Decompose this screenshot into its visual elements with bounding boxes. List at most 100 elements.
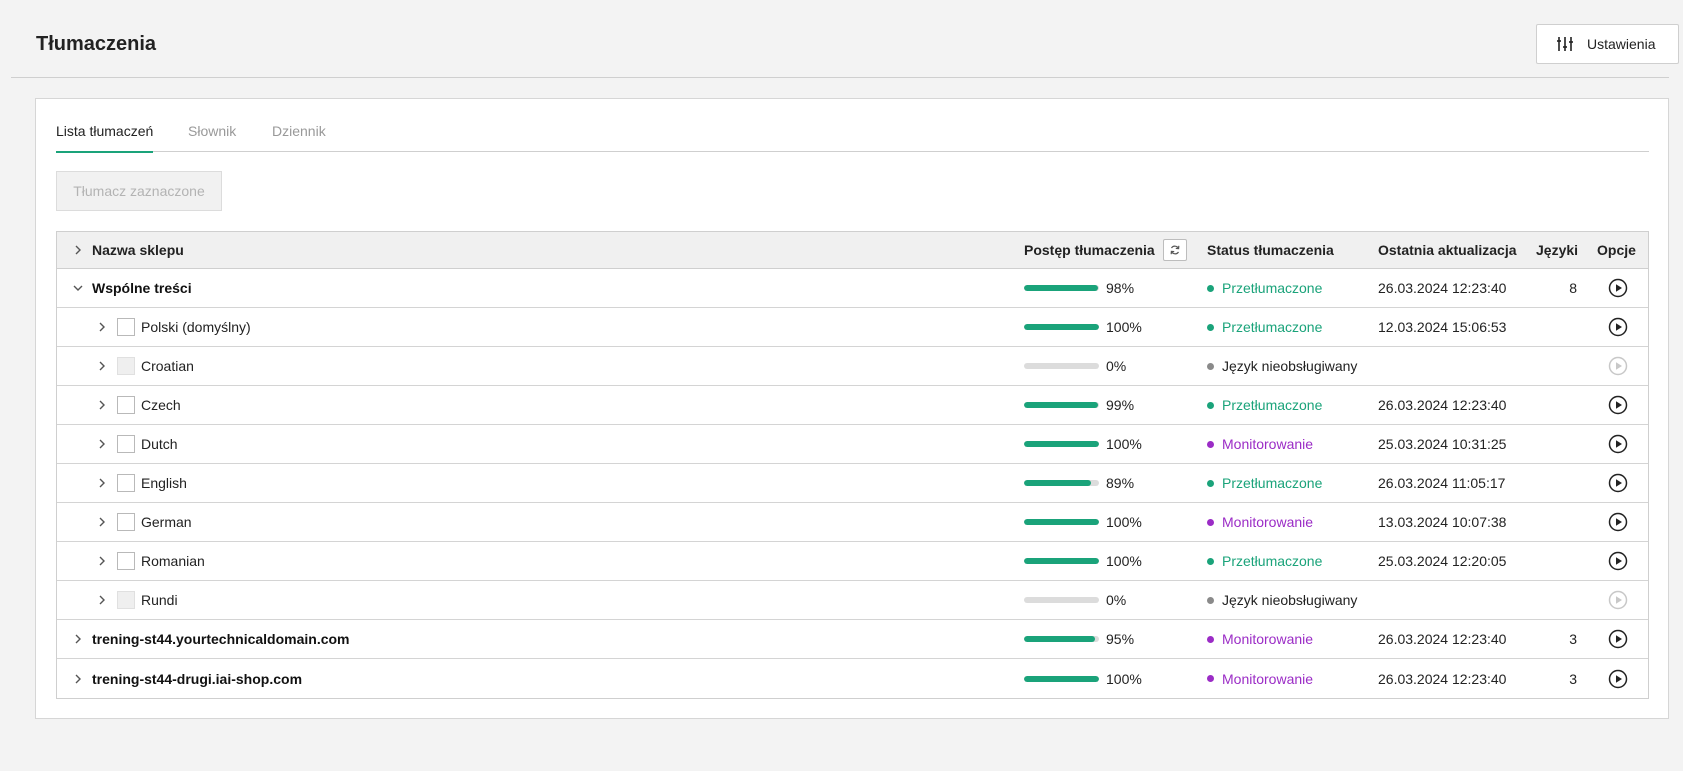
refresh-progress-button[interactable] bbox=[1162, 239, 1187, 261]
table-row[interactable]: English 89% Przetłumaczone 26.03.2024 11:05… bbox=[57, 464, 1648, 503]
row-checkbox[interactable] bbox=[117, 513, 135, 531]
row-status: Monitorowanie bbox=[1207, 620, 1313, 658]
row-expand-toggle[interactable] bbox=[96, 581, 108, 619]
table-row[interactable]: trening-st44.yourtechnicaldomain.com 95% M… bbox=[57, 620, 1648, 659]
row-options-button[interactable] bbox=[1608, 425, 1628, 463]
row-expand-toggle[interactable] bbox=[72, 269, 84, 307]
chevron-right-icon bbox=[99, 400, 105, 410]
row-checkbox-cell bbox=[117, 542, 135, 580]
row-name: Czech bbox=[141, 397, 181, 413]
progress-bar-fill bbox=[1024, 675, 1099, 682]
row-checkbox[interactable] bbox=[117, 474, 135, 492]
row-checkbox[interactable] bbox=[117, 552, 135, 570]
row-expand-toggle[interactable] bbox=[96, 503, 108, 541]
table-row[interactable]: Croatian 0% Język nieobsługiwany bbox=[57, 347, 1648, 386]
row-expand-toggle[interactable] bbox=[96, 464, 108, 502]
row-status: Język nieobsługiwany bbox=[1207, 581, 1357, 619]
row-expand-toggle[interactable] bbox=[96, 386, 108, 424]
row-languages-count bbox=[1537, 308, 1577, 346]
play-circle-icon bbox=[1608, 434, 1628, 454]
progress-bar-fill bbox=[1024, 558, 1099, 564]
row-name: Romanian bbox=[141, 553, 205, 569]
row-name: Dutch bbox=[141, 436, 178, 452]
row-expand-toggle[interactable] bbox=[96, 347, 108, 385]
play-circle-icon bbox=[1608, 317, 1628, 337]
row-name: Rundi bbox=[141, 592, 178, 608]
status-dot-icon bbox=[1207, 323, 1214, 331]
row-progress: 0% bbox=[1024, 347, 1126, 385]
progress-bar bbox=[1024, 402, 1099, 408]
table-row[interactable]: German 100% Monitorowanie 13.03.2024 10:07:… bbox=[57, 503, 1648, 542]
row-progress: 0% bbox=[1024, 581, 1126, 619]
table-row[interactable]: Polski (domyślny) 100% Przetłumaczone 12.03… bbox=[57, 308, 1648, 347]
chevron-right-icon bbox=[75, 634, 81, 644]
play-circle-icon bbox=[1608, 512, 1628, 532]
tab-log[interactable]: Dziennik bbox=[272, 123, 326, 151]
table-row[interactable]: Wspólne treści 98% Przetłumaczone 26.03.202… bbox=[57, 269, 1648, 308]
progress-bar-fill bbox=[1024, 519, 1099, 525]
expand-all-toggle[interactable] bbox=[72, 232, 84, 268]
status-dot-icon bbox=[1207, 479, 1214, 487]
row-name: German bbox=[141, 514, 192, 530]
top-bar: Tłumaczenia Ustawienia bbox=[11, 0, 1679, 78]
status-label: Przetłumaczone bbox=[1222, 553, 1323, 569]
row-name: trening-st44.yourtechnicaldomain.com bbox=[92, 631, 350, 647]
status-dot-icon bbox=[1207, 518, 1214, 526]
progress-bar-fill bbox=[1024, 441, 1099, 447]
row-options-button[interactable] bbox=[1608, 308, 1628, 346]
status-label: Przetłumaczone bbox=[1222, 280, 1323, 296]
row-options-button[interactable] bbox=[1608, 269, 1628, 307]
row-expand-toggle[interactable] bbox=[72, 620, 84, 658]
row-languages-count: 8 bbox=[1569, 280, 1577, 296]
row-last-updated: 25.03.2024 12:20:05 bbox=[1378, 553, 1507, 569]
settings-button[interactable]: Ustawienia bbox=[1536, 24, 1679, 64]
table-row[interactable]: Czech 99% Przetłumaczone 26.03.2024 12:23:4… bbox=[57, 386, 1648, 425]
column-header-languages[interactable]: Języki bbox=[1536, 232, 1578, 268]
translate-selected-button[interactable]: Tłumacz zaznaczone bbox=[56, 171, 222, 211]
row-checkbox bbox=[117, 357, 135, 375]
row-checkbox[interactable] bbox=[117, 396, 135, 414]
status-label: Przetłumaczone bbox=[1222, 475, 1323, 491]
row-checkbox[interactable] bbox=[117, 435, 135, 453]
row-status: Przetłumaczone bbox=[1207, 542, 1322, 580]
column-header-status[interactable]: Status tłumaczenia bbox=[1207, 232, 1334, 268]
row-last-updated: 12.03.2024 15:06:53 bbox=[1378, 319, 1507, 335]
row-expand-toggle[interactable] bbox=[72, 659, 84, 698]
progress-bar bbox=[1024, 558, 1099, 564]
row-languages-count: 3 bbox=[1569, 631, 1577, 647]
row-progress: 100% bbox=[1024, 425, 1142, 463]
row-checkbox[interactable] bbox=[117, 318, 135, 336]
row-status: Przetłumaczone bbox=[1207, 386, 1322, 424]
status-label: Przetłumaczone bbox=[1222, 319, 1323, 335]
row-checkbox bbox=[117, 591, 135, 609]
column-header-updated[interactable]: Ostatnia aktualizacja bbox=[1378, 232, 1517, 268]
row-expand-toggle[interactable] bbox=[96, 542, 108, 580]
tab-dictionary[interactable]: Słownik bbox=[188, 123, 236, 151]
chevron-right-icon bbox=[99, 595, 105, 605]
play-circle-icon bbox=[1608, 551, 1628, 571]
table-row[interactable]: trening-st44-drugi.iai-shop.com 100% Monit… bbox=[57, 659, 1648, 698]
table-row[interactable]: Rundi 0% Język nieobsługiwany bbox=[57, 581, 1648, 620]
row-options-button[interactable] bbox=[1608, 620, 1628, 658]
row-checkbox-cell bbox=[117, 503, 135, 541]
row-languages-count bbox=[1537, 425, 1577, 463]
table-row[interactable]: Dutch 100% Monitorowanie 25.03.2024 10:31:2… bbox=[57, 425, 1648, 464]
row-progress: 100% bbox=[1024, 308, 1142, 346]
status-dot-icon bbox=[1207, 440, 1214, 448]
row-options-button[interactable] bbox=[1608, 464, 1628, 502]
row-options-button[interactable] bbox=[1608, 659, 1628, 698]
row-options-button[interactable] bbox=[1608, 542, 1628, 580]
progress-bar-fill bbox=[1024, 636, 1096, 642]
row-status: Przetłumaczone bbox=[1207, 464, 1322, 502]
column-header-name[interactable]: Nazwa sklepu bbox=[92, 232, 184, 268]
row-options-button[interactable] bbox=[1608, 386, 1628, 424]
table-row[interactable]: Romanian 100% Przetłumaczone 25.03.2024 12:… bbox=[57, 542, 1648, 581]
row-languages-count bbox=[1537, 386, 1577, 424]
row-options-button[interactable] bbox=[1608, 503, 1628, 541]
row-expand-toggle[interactable] bbox=[96, 425, 108, 463]
row-expand-toggle[interactable] bbox=[96, 308, 108, 346]
table-header: Nazwa sklepu Postęp tłumaczenia Status t… bbox=[57, 232, 1648, 269]
progress-percent: 95% bbox=[1106, 631, 1135, 647]
row-languages-count bbox=[1537, 581, 1577, 619]
tab-translation-list[interactable]: Lista tłumaczeń bbox=[56, 123, 154, 153]
